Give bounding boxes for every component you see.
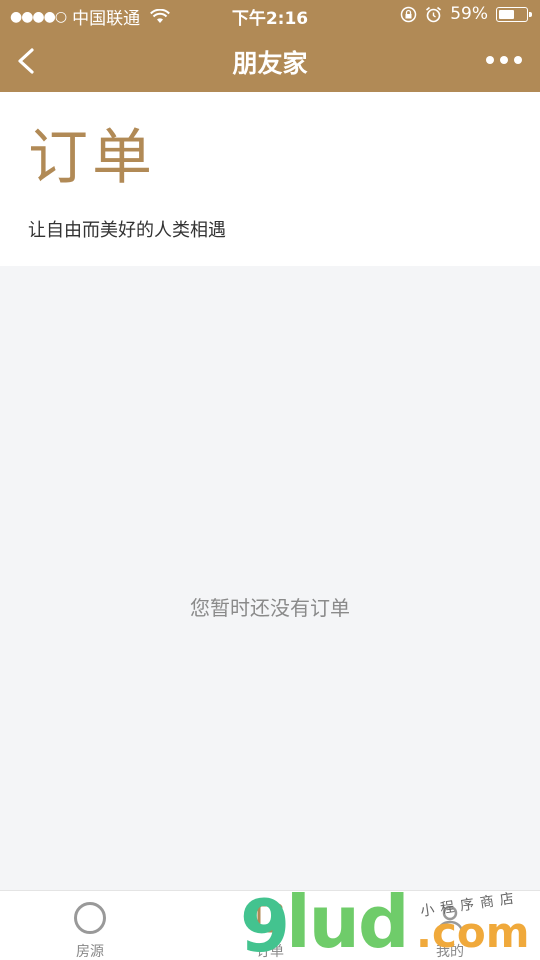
page-subtitle: 让自由而美好的人类相遇 [28, 220, 226, 241]
status-right: 59% [400, 4, 532, 24]
status-bar: ●●●●○ 中国联通 下午2:16 59% [0, 0, 540, 30]
battery-level [499, 9, 514, 19]
tab-bar: 房源 订单 我的 [0, 890, 540, 960]
tab-label: 房源 [76, 944, 104, 960]
tab-label: 订单 [256, 944, 284, 960]
tab-profile[interactable]: 我的 [360, 891, 540, 960]
tab-orders[interactable]: 订单 [180, 891, 360, 960]
top-bar: ●●●●○ 中国联通 下午2:16 59% 朋友家 [0, 0, 540, 92]
page-header: 订单 让自由而美好的人类相遇 [0, 92, 540, 266]
order-icon [257, 903, 283, 933]
more-dot-icon [514, 56, 522, 64]
nav-bar: 朋友家 [0, 30, 540, 92]
more-dot-icon [486, 56, 494, 64]
alarm-icon [426, 6, 442, 22]
battery-percent: 59% [450, 4, 488, 24]
circle-icon [74, 902, 106, 934]
more-button[interactable] [486, 50, 522, 70]
more-dot-icon [500, 56, 508, 64]
battery-icon [496, 6, 532, 22]
empty-state-message: 您暂时还没有订单 [190, 596, 350, 620]
page-title: 订单 [28, 123, 156, 193]
profile-icon [436, 905, 464, 933]
nav-title: 朋友家 [232, 49, 308, 78]
rotation-lock-icon [400, 6, 417, 22]
back-button[interactable] [14, 44, 44, 78]
chevron-left-icon [18, 48, 34, 74]
tab-listings[interactable]: 房源 [0, 891, 180, 960]
tab-label: 我的 [436, 944, 464, 960]
